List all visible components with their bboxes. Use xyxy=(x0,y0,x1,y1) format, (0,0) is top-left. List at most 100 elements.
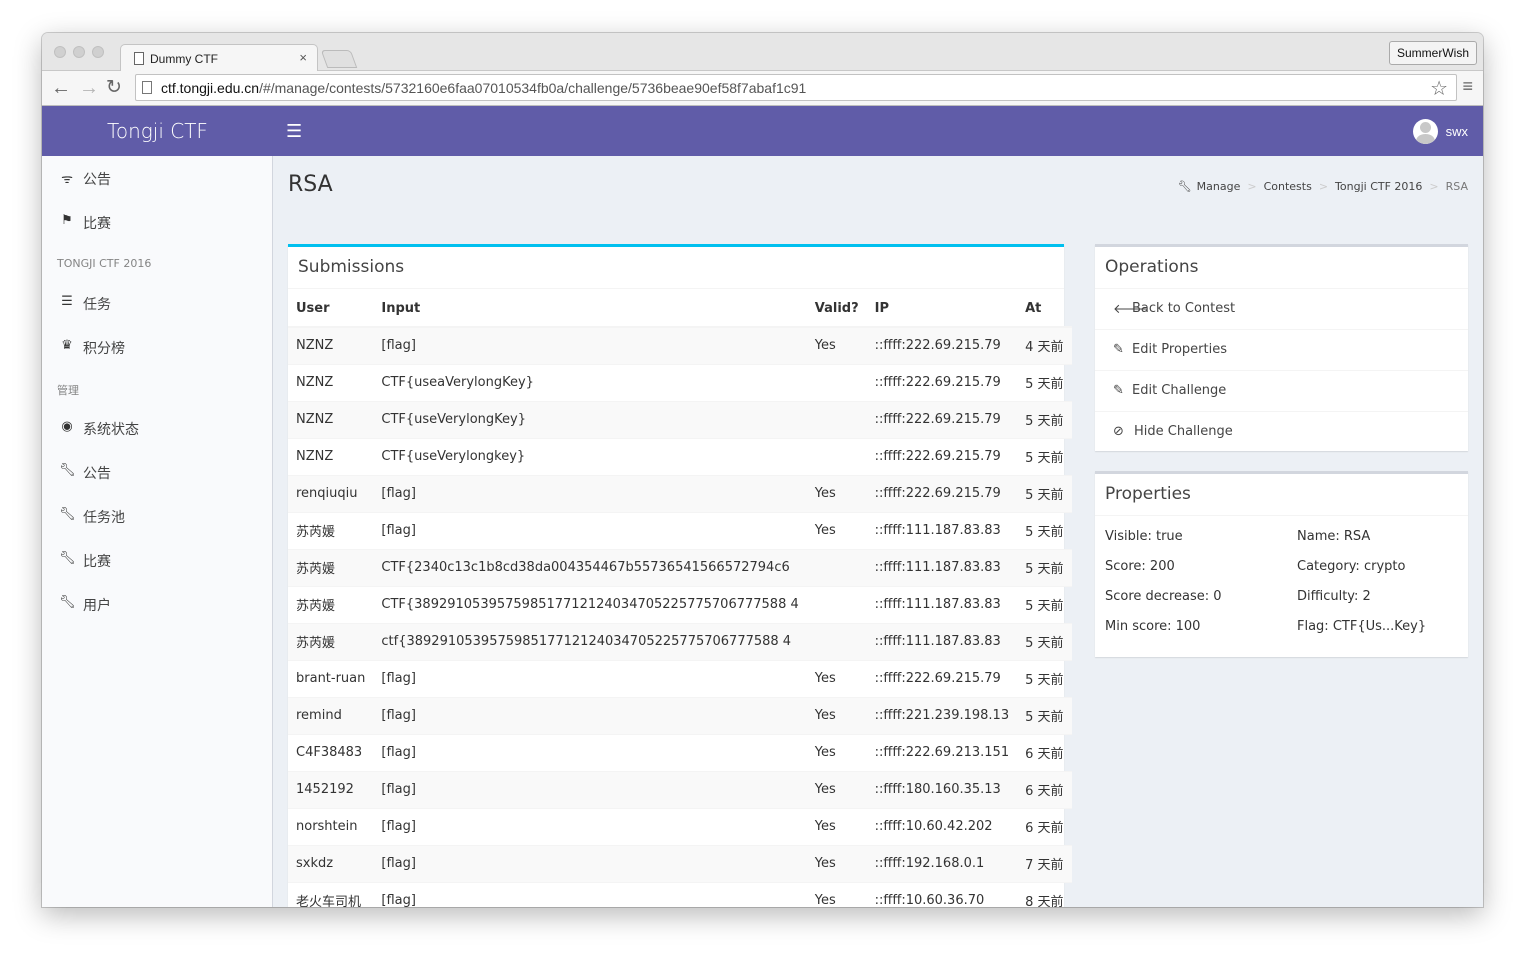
cell-valid xyxy=(806,363,867,401)
sidebar-toggle-icon[interactable]: ☰ xyxy=(286,121,302,142)
browser-tab[interactable]: Dummy CTF × xyxy=(120,44,318,72)
cell-input: CTF{389291053957598517712124034705225775… xyxy=(373,585,807,623)
table-row: norshtein [flag] Yes::ffff:10.60.42.202 6 天… xyxy=(288,807,1072,845)
cell-valid: Yes xyxy=(806,474,867,512)
pencil-icon: ✎ xyxy=(1113,342,1124,357)
cell-input: ctf{389291053957598517712124034705225775… xyxy=(373,622,807,660)
sidebar-item-manage-announcements[interactable]: 🔧︎ 公告 xyxy=(42,450,273,494)
back-arrow-icon[interactable]: ← xyxy=(51,75,71,101)
forward-arrow-icon[interactable]: → xyxy=(79,75,99,101)
cell-input: CTF{useaVerylongKey} xyxy=(373,363,807,401)
cell-user: NZNZ xyxy=(288,363,374,401)
sidebar-item-challenge-pool[interactable]: 🔧︎ 任务池 xyxy=(42,494,273,538)
cell-user: 老火车司机 xyxy=(288,881,374,907)
cell-user: NZNZ xyxy=(288,437,374,475)
avatar xyxy=(1413,119,1438,144)
cell-at: 8 天前 xyxy=(1017,881,1072,907)
table-row: NZNZ CTF{useVerylongkey}::ffff:222.69.215… xyxy=(288,437,1072,475)
cell-valid xyxy=(806,622,867,660)
trophy-icon: ♛ xyxy=(61,338,73,353)
sidebar-item-challenges[interactable]: ☰ 任务 xyxy=(42,281,273,325)
cell-ip: ::ffff:222.69.215.79 xyxy=(866,437,1018,475)
rss-icon: ᯤ xyxy=(61,172,73,187)
cell-at: 5 天前 xyxy=(1017,585,1072,623)
column-header: IP xyxy=(866,290,1018,328)
bookmark-star-icon[interactable]: ☆ xyxy=(1430,76,1448,101)
sidebar-section-manage: 管理 xyxy=(57,384,79,397)
cell-user: 1452192 xyxy=(288,770,374,808)
sidebar-item-manage-contests[interactable]: 🔧︎ 比赛 xyxy=(42,538,273,582)
cell-input: [flag] xyxy=(373,844,807,882)
address-bar[interactable]: ctf.tongji.edu.cn/#/manage/contests/5732… xyxy=(135,74,1457,101)
sidebar-item-system-status[interactable]: ◉ 系统状态 xyxy=(42,406,273,450)
edit-challenge-link[interactable]: ✎ Edit Challenge xyxy=(1095,370,1468,411)
breadcrumb-contests[interactable]: Contests xyxy=(1264,180,1312,193)
breadcrumb-current: RSA xyxy=(1445,180,1468,193)
table-row: 老火车司机 [flag] Yes::ffff:10.60.36.70 8 天前 xyxy=(288,881,1072,907)
wrench-icon: 🔧︎ xyxy=(59,551,76,566)
table-row: 1452192 [flag] Yes::ffff:180.160.35.13 6 天前 xyxy=(288,770,1072,808)
sidebar-item-contests[interactable]: ⚑ 比赛 xyxy=(42,200,273,244)
property-min-score: Min score: 100 xyxy=(1105,619,1201,634)
cell-at: 6 天前 xyxy=(1017,807,1072,845)
property-score-decrease: Score decrease: 0 xyxy=(1105,589,1222,604)
column-header: Valid? xyxy=(806,290,867,328)
tab-title: Dummy CTF xyxy=(150,52,218,66)
cell-at: 4 天前 xyxy=(1017,326,1072,364)
tab-close-icon[interactable]: × xyxy=(299,50,307,65)
properties-title: Properties xyxy=(1105,484,1191,504)
cell-valid xyxy=(806,437,867,475)
breadcrumb-contest[interactable]: Tongji CTF 2016 xyxy=(1335,180,1422,193)
table-row: 苏芮媛 CTF{389291053957598517712124034705225… xyxy=(288,585,1072,623)
sidebar-item-scoreboard[interactable]: ♛ 积分榜 xyxy=(42,325,273,369)
property-visible: Visible: true xyxy=(1105,529,1183,544)
back-to-contest-link[interactable]: 🡐 Back to Contest xyxy=(1095,288,1468,329)
minimize-window-button[interactable] xyxy=(73,46,85,58)
cell-input: [flag] xyxy=(373,511,807,549)
new-tab-button[interactable] xyxy=(320,50,358,68)
table-row: C4F38483 [flag] Yes::ffff:222.69.213.151 6 … xyxy=(288,733,1072,771)
cell-valid: Yes xyxy=(806,770,867,808)
close-window-button[interactable] xyxy=(54,46,66,58)
cell-ip: ::ffff:222.69.215.79 xyxy=(866,659,1018,697)
user-menu[interactable]: swx xyxy=(1398,119,1468,145)
sidebar-item-announcements[interactable]: ᯤ 公告 xyxy=(42,156,273,200)
cell-valid: Yes xyxy=(806,326,867,364)
zoom-window-button[interactable] xyxy=(92,46,104,58)
profile-button[interactable]: SummerWish xyxy=(1388,41,1477,65)
table-row: 苏芮媛 ctf{389291053957598517712124034705225… xyxy=(288,622,1072,660)
cell-valid: Yes xyxy=(806,511,867,549)
cell-ip: ::ffff:111.187.83.83 xyxy=(866,585,1018,623)
list-icon: ☰ xyxy=(61,294,73,309)
wrench-icon: 🔧︎ xyxy=(59,595,76,610)
submissions-table: User Input Valid? IP At NZNZ [flag] Yes::f… xyxy=(288,290,1072,907)
cell-user: NZNZ xyxy=(288,326,374,364)
cell-ip: ::ffff:222.69.215.79 xyxy=(866,474,1018,512)
browser-toolbar: ← → ↻ ctf.tongji.edu.cn/#/manage/contest… xyxy=(42,71,1483,106)
cell-at: 5 天前 xyxy=(1017,548,1072,586)
brand-logo[interactable]: Tongji CTF xyxy=(42,106,273,156)
cell-input: [flag] xyxy=(373,326,807,364)
cell-at: 6 天前 xyxy=(1017,770,1072,808)
cell-input: CTF{2340c13c1b8cd38da004354467b557365415… xyxy=(373,548,807,586)
cell-at: 7 天前 xyxy=(1017,844,1072,882)
cell-ip: ::ffff:111.187.83.83 xyxy=(866,548,1018,586)
cell-user: sxkdz xyxy=(288,844,374,882)
cell-at: 5 天前 xyxy=(1017,437,1072,475)
cell-valid: Yes xyxy=(806,844,867,882)
sidebar-item-users[interactable]: 🔧︎ 用户 xyxy=(42,582,273,626)
property-score: Score: 200 xyxy=(1105,559,1175,574)
cell-ip: ::ffff:180.160.35.13 xyxy=(866,770,1018,808)
property-difficulty: Difficulty: 2 xyxy=(1297,589,1371,604)
hide-challenge-link[interactable]: ⊘ Hide Challenge xyxy=(1095,411,1468,452)
cell-ip: ::ffff:111.187.83.83 xyxy=(866,622,1018,660)
browser-menu-icon[interactable]: ≡ xyxy=(1462,76,1473,97)
wrench-icon: 🔧︎ xyxy=(59,507,76,522)
cell-at: 5 天前 xyxy=(1017,622,1072,660)
breadcrumb-manage[interactable]: Manage xyxy=(1197,180,1241,193)
cell-input: [flag] xyxy=(373,696,807,734)
property-name: Name: RSA xyxy=(1297,529,1371,544)
edit-properties-link[interactable]: ✎ Edit Properties xyxy=(1095,329,1468,370)
reload-icon[interactable]: ↻ xyxy=(106,75,122,101)
flag-icon: ⚑ xyxy=(61,213,73,228)
